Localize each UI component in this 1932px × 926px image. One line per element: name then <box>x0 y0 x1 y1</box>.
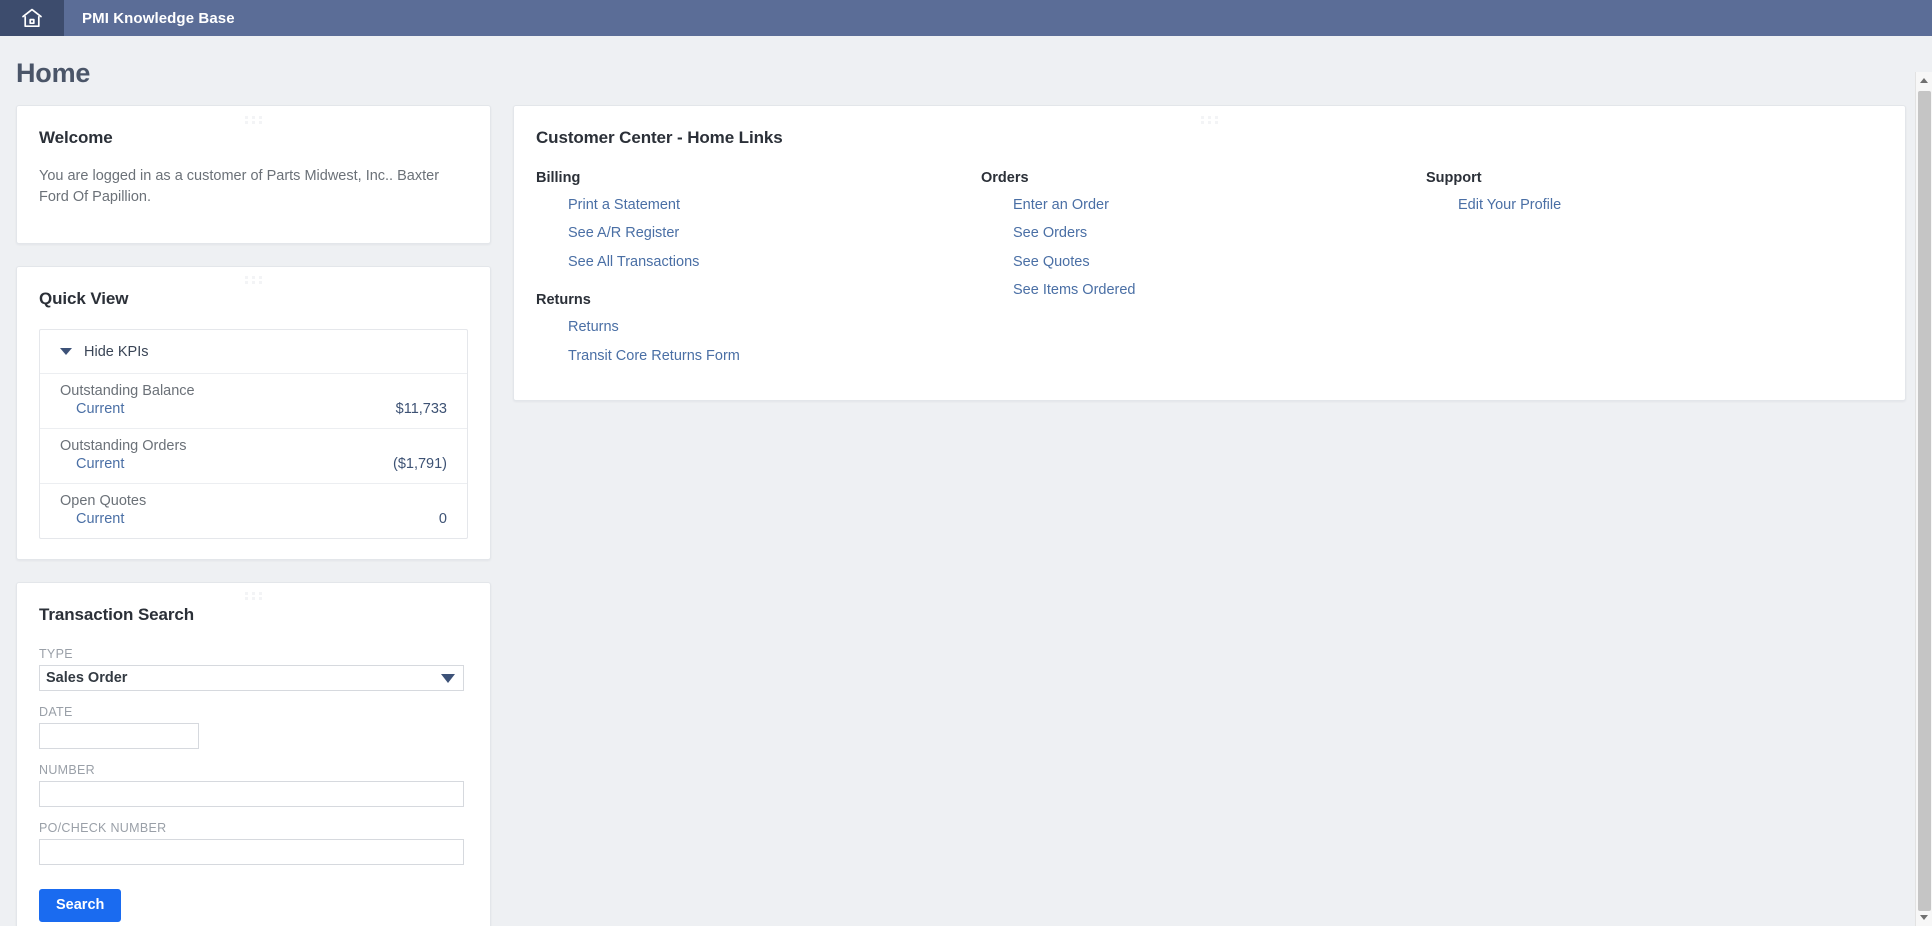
links-column-orders: Orders Enter an Order See Orders See Quo… <box>981 170 1426 370</box>
home-links-grid: Billing Print a Statement See A/R Regist… <box>536 170 1883 370</box>
link-print-a-statement[interactable]: Print a Statement <box>536 191 981 219</box>
type-select[interactable] <box>39 664 464 691</box>
link-group-heading: Support <box>1426 170 1482 186</box>
kpi-row: Outstanding Balance Current $11,733 <box>40 372 467 428</box>
po-check-number-field-group: PO/CHECK NUMBER <box>39 821 468 865</box>
kpi-row: Open Quotes Current 0 <box>40 482 467 538</box>
scroll-down-arrow-icon[interactable] <box>1916 909 1932 926</box>
transaction-search-form: TYPE DATE NUMBER <box>39 647 468 922</box>
kpi-value: ($1,791) <box>392 455 447 472</box>
welcome-portlet: Welcome You are logged in as a customer … <box>16 105 491 244</box>
type-field-group: TYPE <box>39 647 468 691</box>
dashboard-content: Welcome You are logged in as a customer … <box>0 105 1932 926</box>
kpi-value: 0 <box>438 510 447 527</box>
kpi-period-link[interactable]: Current <box>76 401 124 417</box>
page-title: Home <box>16 58 91 88</box>
links-column-billing-returns: Billing Print a Statement See A/R Regist… <box>536 170 981 370</box>
link-see-orders[interactable]: See Orders <box>981 219 1426 247</box>
kpi-period-link[interactable]: Current <box>76 511 124 527</box>
left-column: Welcome You are logged in as a customer … <box>16 105 491 926</box>
caret-down-icon <box>60 348 72 356</box>
kpi-label: Outstanding Orders <box>60 437 187 454</box>
hide-kpis-label: Hide KPIs <box>84 343 149 360</box>
kpi-line: Current $11,733 <box>60 400 447 420</box>
scrollbar-thumb[interactable] <box>1918 91 1931 911</box>
drag-handle-icon[interactable] <box>17 588 490 600</box>
link-see-ar-register[interactable]: See A/R Register <box>536 219 981 247</box>
kpi-line: Current 0 <box>60 510 447 530</box>
link-see-all-transactions[interactable]: See All Transactions <box>536 248 981 276</box>
date-input[interactable] <box>39 722 199 749</box>
app-title: PMI Knowledge Base <box>82 9 235 27</box>
link-edit-your-profile[interactable]: Edit Your Profile <box>1426 191 1883 219</box>
welcome-message: You are logged in as a customer of Parts… <box>39 168 440 206</box>
home-icon <box>20 6 44 30</box>
welcome-title: Welcome <box>39 128 113 147</box>
link-enter-an-order[interactable]: Enter an Order <box>981 191 1426 219</box>
kpi-label: Outstanding Balance <box>60 382 195 399</box>
link-group-heading: Returns <box>536 292 591 309</box>
right-column: Customer Center - Home Links Billing Pri… <box>513 105 1906 402</box>
kpi-line: Current ($1,791) <box>60 455 447 475</box>
drag-handle-icon[interactable] <box>17 111 490 123</box>
kpi-label: Open Quotes <box>60 492 147 509</box>
links-column-support: Support Edit Your Profile <box>1426 170 1883 370</box>
number-field-group: NUMBER <box>39 763 468 807</box>
page-container: Home Welcome You are logged in as a cust… <box>0 36 1932 926</box>
kpi-row: Outstanding Orders Current ($1,791) <box>40 427 467 483</box>
po-check-number-input[interactable] <box>39 838 464 865</box>
kpi-value: $11,733 <box>395 400 447 417</box>
number-label: NUMBER <box>39 762 95 777</box>
home-links-portlet: Customer Center - Home Links Billing Pri… <box>513 105 1906 402</box>
number-input[interactable] <box>39 780 464 807</box>
link-see-quotes[interactable]: See Quotes <box>981 248 1426 276</box>
transaction-search-portlet: Transaction Search TYPE DATE <box>16 581 491 926</box>
link-returns[interactable]: Returns <box>536 313 981 341</box>
type-label: TYPE <box>39 646 73 661</box>
home-button[interactable] <box>0 0 64 36</box>
po-check-number-label: PO/CHECK NUMBER <box>39 820 167 835</box>
drag-handle-icon[interactable] <box>17 272 490 284</box>
link-group-heading: Billing <box>536 170 581 186</box>
link-see-items-ordered[interactable]: See Items Ordered <box>981 276 1426 304</box>
drag-handle-icon[interactable] <box>514 111 1905 123</box>
scroll-up-arrow-icon[interactable] <box>1916 72 1932 89</box>
kpi-container: Hide KPIs Outstanding Balance Current $1… <box>39 328 468 539</box>
link-transit-core-returns-form[interactable]: Transit Core Returns Form <box>536 342 981 370</box>
top-navigation-bar: PMI Knowledge Base <box>0 0 1932 36</box>
vertical-scrollbar[interactable] <box>1915 72 1932 926</box>
date-label: DATE <box>39 704 73 719</box>
quick-view-title: Quick View <box>39 288 129 308</box>
hide-kpis-toggle[interactable]: Hide KPIs <box>40 330 467 373</box>
quick-view-portlet: Quick View Hide KPIs Outstanding Balance… <box>16 265 491 560</box>
search-button[interactable]: Search <box>39 888 122 922</box>
home-links-title: Customer Center - Home Links <box>536 128 783 147</box>
kpi-period-link[interactable]: Current <box>76 456 124 472</box>
link-group-heading: Orders <box>981 170 1029 186</box>
transaction-search-title: Transaction Search <box>39 604 195 624</box>
date-field-group: DATE <box>39 705 468 749</box>
